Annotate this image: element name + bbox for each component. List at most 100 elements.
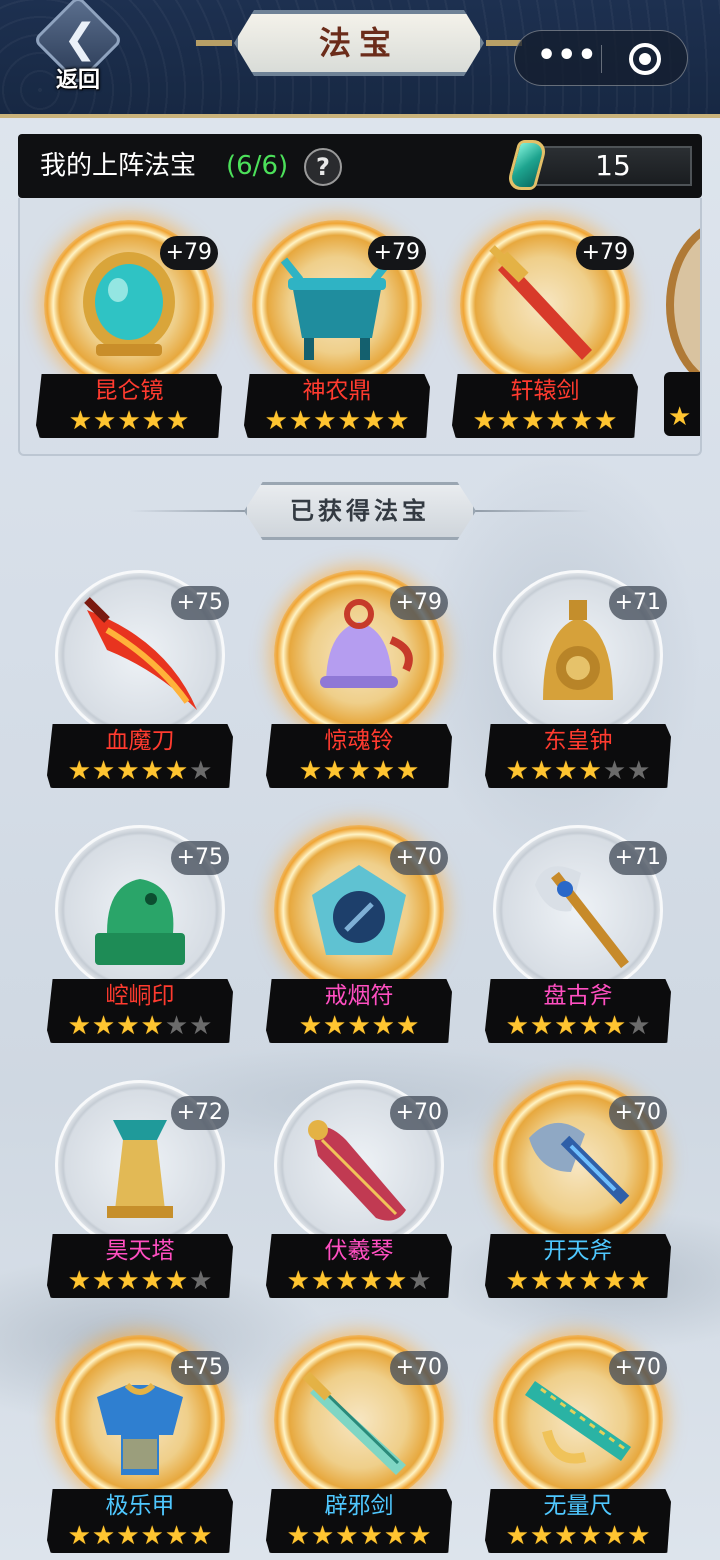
more-dots-icon[interactable]: ••• xyxy=(537,31,597,87)
owned-item-golden-bell[interactable]: +71 东皇钟 ★ ★ ★ ★ ★ ★ xyxy=(485,570,671,790)
level-badge: +75 xyxy=(170,1351,229,1385)
star-icon: ★ xyxy=(189,756,213,786)
star-icon: ★ xyxy=(554,756,578,786)
star-icon: ★ xyxy=(323,756,347,786)
star-rating: ★ ★ ★ ★ ★ xyxy=(42,406,216,436)
owned-section-divider: 已获得法宝 xyxy=(130,482,590,540)
star-icon: ★ xyxy=(116,1266,140,1296)
star-icon: ★ xyxy=(67,1266,91,1296)
level-badge: +79 xyxy=(389,586,448,620)
star-icon: ★ xyxy=(529,1011,554,1041)
star-rating: ★ ★ ★ ★ ★ xyxy=(272,756,446,786)
owned-item-ruler[interactable]: +70 无量尺 ★ ★ ★ ★ ★ ★ xyxy=(485,1335,671,1555)
top-bar: ❮ 返回 法宝 ••• xyxy=(0,0,720,118)
star-rating: ★ ★ ★ ★ ★ ★ xyxy=(53,756,227,786)
star-rating: ★ ★ ★ ★ ★ ★ xyxy=(53,1266,227,1296)
owned-section-title: 已获得法宝 xyxy=(290,496,430,525)
star-icon: ★ xyxy=(140,1011,164,1041)
star-icon: ★ xyxy=(371,756,395,786)
owned-item-zither[interactable]: +70 伏羲琴 ★ ★ ★ ★ ★ ★ xyxy=(266,1080,452,1300)
star-icon: ★ xyxy=(313,406,337,436)
equipped-panel: +79 昆仑镜 ★ ★ ★ ★ ★ +79 神农鼎 ★ ★ ★ ★ ★ ★ +79 轩辕剑 ★ ★ ★… xyxy=(18,198,702,456)
page-title: 法宝 xyxy=(318,24,399,62)
star-icon: ★ xyxy=(359,1521,383,1551)
item-name-plate: 戒烟符 ★ ★ ★ ★ ★ xyxy=(266,979,452,1043)
star-rating: ★ ★ ★ ★ ★ ★ xyxy=(491,1521,665,1551)
star-icon: ★ xyxy=(335,1521,359,1551)
owned-item-tower[interactable]: +72 昊天塔 ★ ★ ★ ★ ★ ★ xyxy=(47,1080,233,1300)
star-rating: ★ ★ ★ ★ ★ ★ xyxy=(272,1266,446,1296)
star-icon: ★ xyxy=(529,756,554,786)
item-name: 神农鼎 xyxy=(302,378,372,404)
star-icon: ★ xyxy=(91,1011,116,1041)
item-name-plate: 辟邪剑 ★ ★ ★ ★ ★ ★ xyxy=(266,1489,452,1553)
star-icon: ★ xyxy=(578,756,602,786)
star-icon: ★ xyxy=(505,1266,529,1296)
star-icon: ★ xyxy=(141,406,165,436)
star-icon: ★ xyxy=(383,1266,408,1296)
item-name: 无量尺 xyxy=(543,1493,613,1519)
item-name: 轩辕剑 xyxy=(510,378,580,404)
owned-item-battle-axe[interactable]: +70 开天斧 ★ ★ ★ ★ ★ ★ xyxy=(485,1080,671,1300)
star-icon: ★ xyxy=(668,402,692,432)
star-icon: ★ xyxy=(91,1266,116,1296)
star-icon: ★ xyxy=(116,1011,140,1041)
star-icon: ★ xyxy=(164,756,189,786)
level-badge: +75 xyxy=(170,586,229,620)
owned-item-axe[interactable]: +71 盘古斧 ★ ★ ★ ★ ★ ★ xyxy=(485,825,671,1045)
star-icon: ★ xyxy=(164,1011,189,1041)
item-name-plate: 盘古斧 ★ ★ ★ ★ ★ ★ xyxy=(485,979,671,1043)
equipped-item-mirror[interactable]: +79 昆仑镜 ★ ★ ★ ★ ★ xyxy=(36,220,222,440)
item-name-plate: 惊魂铃 ★ ★ ★ ★ ★ xyxy=(266,724,452,788)
star-icon: ★ xyxy=(359,1266,383,1296)
star-icon: ★ xyxy=(347,756,371,786)
owned-item-talisman[interactable]: +70 戒烟符 ★ ★ ★ ★ ★ xyxy=(266,825,452,1045)
item-name: 惊魂铃 xyxy=(324,728,394,754)
level-badge: +72 xyxy=(170,1096,229,1130)
star-icon: ★ xyxy=(189,1266,213,1296)
item-name-plate: 神农鼎 ★ ★ ★ ★ ★ ★ xyxy=(244,374,430,438)
owned-item-bell[interactable]: +79 惊魂铃 ★ ★ ★ ★ ★ xyxy=(266,570,452,790)
owned-item-jade-seal[interactable]: +75 崆峒印 ★ ★ ★ ★ ★ ★ xyxy=(47,825,233,1045)
star-icon: ★ xyxy=(371,1011,395,1041)
star-icon: ★ xyxy=(594,406,618,436)
owned-item-jade-sword[interactable]: +70 辟邪剑 ★ ★ ★ ★ ★ ★ xyxy=(266,1335,452,1555)
star-rating: ★ ★ ★ ★ ★ xyxy=(272,1011,446,1041)
star-icon: ★ xyxy=(310,1521,335,1551)
equipped-item-cauldron[interactable]: +79 神农鼎 ★ ★ ★ ★ ★ ★ xyxy=(244,220,430,440)
close-target-icon[interactable] xyxy=(629,43,661,75)
star-icon: ★ xyxy=(91,756,116,786)
equipped-item-sword[interactable]: +79 轩辕剑 ★ ★ ★ ★ ★ ★ xyxy=(452,220,638,440)
star-icon: ★ xyxy=(505,756,529,786)
level-badge: +70 xyxy=(389,1096,448,1130)
item-name-plate: 伏羲琴 ★ ★ ★ ★ ★ ★ xyxy=(266,1234,452,1298)
star-rating: ★ ★ ★ ★ ★ ★ xyxy=(250,406,424,436)
item-name: 盘古斧 xyxy=(543,983,613,1009)
owned-item-armor[interactable]: +75 极乐甲 ★ ★ ★ ★ ★ ★ xyxy=(47,1335,233,1555)
back-button[interactable]: ❮ 返回 xyxy=(30,0,126,93)
star-rating: ★ ★ ★ ★ ★ ★ xyxy=(491,756,665,786)
item-name-plate: 开天斧 ★ ★ ★ ★ ★ ★ xyxy=(485,1234,671,1298)
star-icon: ★ xyxy=(67,756,91,786)
star-icon: ★ xyxy=(529,1521,554,1551)
item-name: 昆仑镜 xyxy=(94,378,164,404)
item-name-plate: 崆峒印 ★ ★ ★ ★ ★ ★ xyxy=(47,979,233,1043)
star-icon: ★ xyxy=(286,1521,310,1551)
star-icon: ★ xyxy=(298,756,323,786)
help-button[interactable]: ? xyxy=(304,148,342,186)
star-icon: ★ xyxy=(602,1011,627,1041)
item-name: 血魔刀 xyxy=(105,728,175,754)
star-icon: ★ xyxy=(408,1266,432,1296)
owned-item-blade[interactable]: +75 血魔刀 ★ ★ ★ ★ ★ ★ xyxy=(47,570,233,790)
star-rating: ★ ★ ★ ★ ★ ★ xyxy=(491,1011,665,1041)
star-icon: ★ xyxy=(554,1266,578,1296)
level-badge: +70 xyxy=(389,1351,448,1385)
level-badge: +75 xyxy=(170,841,229,875)
level-badge: +79 xyxy=(159,236,218,270)
equipped-count: (6/6) xyxy=(226,151,289,181)
equipped-item-partial[interactable] xyxy=(666,220,700,390)
item-name: 极乐甲 xyxy=(105,1493,175,1519)
star-icon: ★ xyxy=(288,406,313,436)
item-name-plate: 昊天塔 ★ ★ ★ ★ ★ ★ xyxy=(47,1234,233,1298)
star-icon: ★ xyxy=(286,1266,310,1296)
